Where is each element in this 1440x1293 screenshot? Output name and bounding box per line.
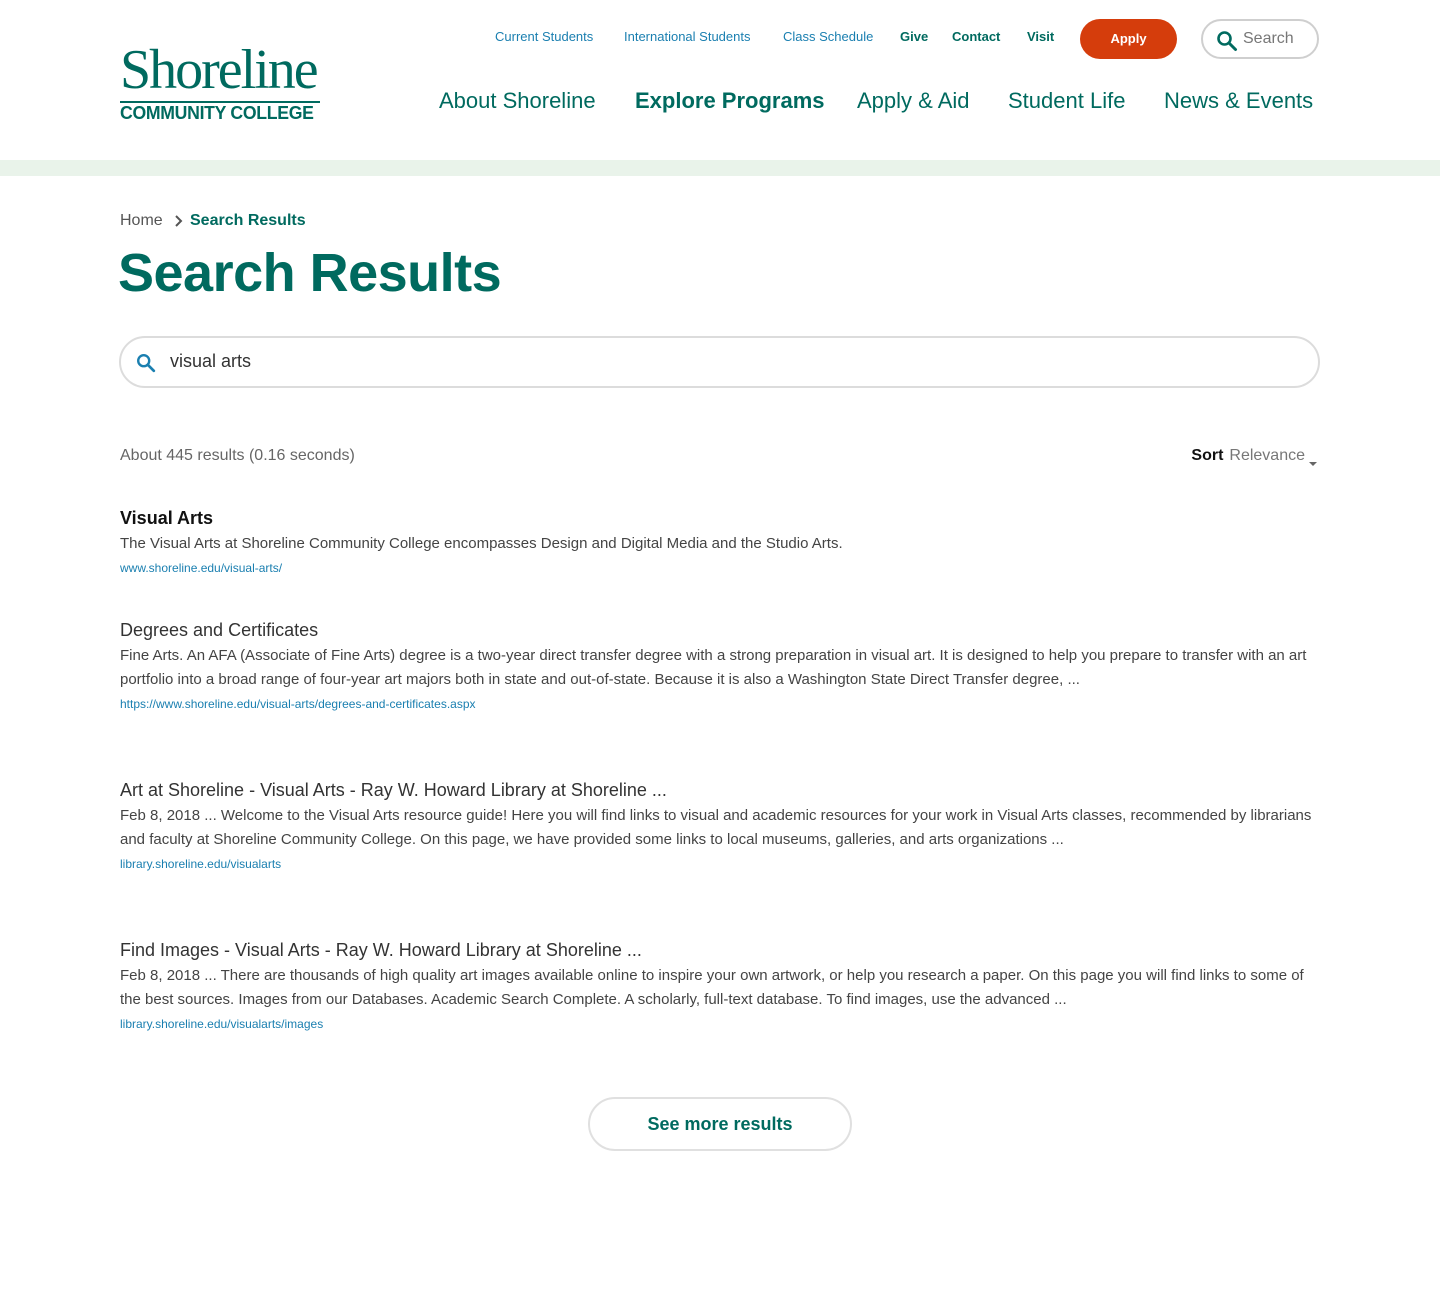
result-title[interactable]: Visual Arts bbox=[120, 506, 1320, 530]
nav-news-events[interactable]: News & Events bbox=[1164, 86, 1313, 116]
nav-student-life[interactable]: Student Life bbox=[1008, 86, 1125, 116]
header-search bbox=[1201, 19, 1319, 59]
result-title[interactable]: Art at Shoreline - Visual Arts - Ray W. … bbox=[120, 778, 1320, 802]
logo-subtitle: COMMUNITY COLLEGE bbox=[120, 103, 314, 123]
nav-explore-programs[interactable]: Explore Programs bbox=[635, 86, 825, 116]
result-url[interactable]: www.shoreline.edu/visual-arts/ bbox=[120, 560, 1320, 576]
chevron-right-icon bbox=[172, 213, 184, 229]
nav-about-shoreline[interactable]: About Shoreline bbox=[439, 86, 596, 116]
result-title[interactable]: Find Images - Visual Arts - Ray W. Howar… bbox=[120, 938, 1320, 962]
results-search-input[interactable] bbox=[170, 348, 1270, 374]
search-icon[interactable] bbox=[1215, 29, 1239, 53]
search-icon[interactable] bbox=[135, 352, 157, 374]
result-snippet: Feb 8, 2018 ... Welcome to the Visual Ar… bbox=[120, 807, 1312, 848]
results-search-box bbox=[119, 336, 1320, 388]
utility-link-contact[interactable]: Contact bbox=[952, 28, 1000, 46]
sort-dropdown[interactable]: Sort Relevance bbox=[1191, 446, 1319, 466]
utility-link-give[interactable]: Give bbox=[900, 28, 928, 46]
utility-link-current-students[interactable]: Current Students bbox=[495, 28, 593, 46]
apply-button[interactable]: Apply bbox=[1080, 19, 1177, 59]
search-result: Visual Arts The Visual Arts at Shoreline… bbox=[120, 506, 1320, 576]
nav-apply-aid[interactable]: Apply & Aid bbox=[857, 86, 970, 116]
utility-link-international-students[interactable]: International Students bbox=[624, 28, 750, 46]
result-title[interactable]: Degrees and Certificates bbox=[120, 618, 1320, 642]
result-snippet: Feb 8, 2018 ... There are thousands of h… bbox=[120, 967, 1304, 1008]
logo-wordmark: Shoreline bbox=[120, 39, 319, 101]
sort-value[interactable]: Relevance bbox=[1229, 446, 1305, 466]
caret-down-icon[interactable] bbox=[1307, 454, 1319, 466]
page-title: Search Results bbox=[118, 243, 502, 303]
header-divider-band bbox=[0, 160, 1440, 176]
utility-link-class-schedule[interactable]: Class Schedule bbox=[783, 28, 873, 46]
result-snippet: The Visual Arts at Shoreline Community C… bbox=[120, 535, 843, 552]
site-header: Shoreline COMMUNITY COLLEGE Current Stud… bbox=[0, 0, 1440, 160]
breadcrumb-home[interactable]: Home bbox=[120, 210, 163, 232]
breadcrumb-current: Search Results bbox=[190, 212, 306, 229]
result-url[interactable]: library.shoreline.edu/visualarts bbox=[120, 856, 1320, 872]
utility-link-visit[interactable]: Visit bbox=[1027, 28, 1054, 46]
result-url[interactable]: library.shoreline.edu/visualarts/images bbox=[120, 1016, 1320, 1032]
search-result: Art at Shoreline - Visual Arts - Ray W. … bbox=[120, 778, 1320, 872]
result-url[interactable]: https://www.shoreline.edu/visual-arts/de… bbox=[120, 696, 1320, 712]
search-result: Find Images - Visual Arts - Ray W. Howar… bbox=[120, 938, 1320, 1032]
search-result: Degrees and Certificates Fine Arts. An A… bbox=[120, 618, 1320, 712]
result-snippet: Fine Arts. An AFA (Associate of Fine Art… bbox=[120, 647, 1307, 688]
see-more-results-button[interactable]: See more results bbox=[588, 1097, 852, 1151]
sort-label: Sort bbox=[1191, 447, 1224, 464]
site-logo[interactable]: Shoreline COMMUNITY COLLEGE bbox=[120, 39, 322, 123]
header-search-input[interactable] bbox=[1243, 27, 1315, 51]
result-count: About 445 results (0.16 seconds) bbox=[120, 447, 355, 464]
